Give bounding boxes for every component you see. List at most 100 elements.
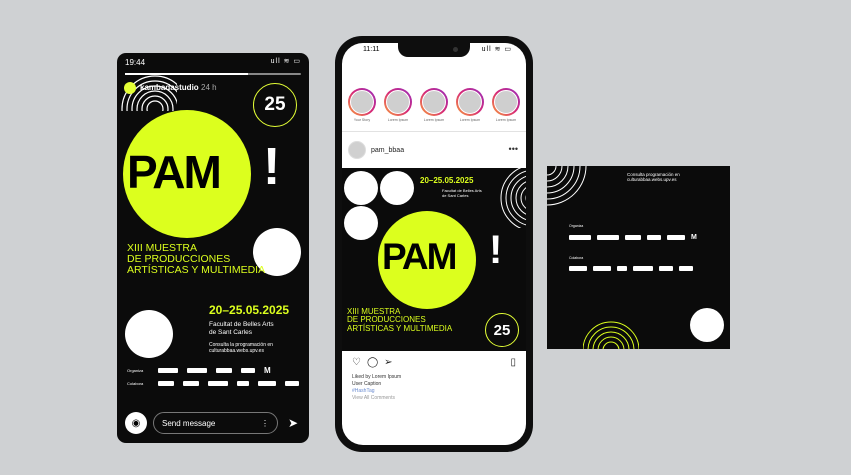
faculty-line-1: Facultat de Belles Arts: [209, 321, 274, 328]
comment-icon[interactable]: ◯: [367, 357, 378, 368]
post-avatar[interactable]: [348, 141, 366, 159]
white-circle: [344, 206, 378, 240]
faculty-text: Facultat de Belles Arts de Sant Carles: [209, 321, 274, 337]
white-circle: [344, 171, 378, 205]
post-username[interactable]: pam_bbaa: [371, 147, 404, 154]
account-name[interactable]: kambadastudio: [140, 83, 199, 92]
logo-5: [158, 381, 174, 386]
status-icons: ull ≋ ▭: [481, 46, 512, 53]
logo-11: [679, 266, 693, 271]
event-dates: 20–25.05.2025: [209, 303, 290, 317]
send-message-placeholder: Send message: [162, 418, 216, 428]
white-circle-left: [125, 310, 173, 358]
consult-text: Consulta la programación en culturabbaa.…: [209, 342, 273, 354]
heart-icon[interactable]: ♡: [352, 357, 361, 368]
logo-5: [667, 235, 685, 240]
logo-1: [158, 368, 178, 373]
story-age: 24 h: [201, 83, 217, 92]
send-message-input[interactable]: Send message ⋮: [153, 412, 278, 434]
view-comments-link[interactable]: View All Comments: [352, 395, 395, 401]
badge-25: 25: [253, 83, 297, 127]
m-logo-icon: M: [691, 234, 697, 241]
logo-8: [617, 266, 627, 271]
logo-4: [241, 368, 255, 373]
story-name: Lorem Ipsum: [423, 118, 445, 122]
more-options-icon[interactable]: •••: [509, 144, 518, 154]
story-item[interactable]: Lorem Ipsum: [492, 88, 520, 122]
logo-9: [633, 266, 653, 271]
organiza-label: Organiza: [569, 224, 584, 228]
pam-title: PAM: [127, 146, 222, 198]
more-vertical-icon[interactable]: ⋮: [261, 419, 269, 428]
post-pam-title: PAM: [382, 236, 457, 277]
caption-text: User Caption: [352, 381, 382, 387]
logo-2: [597, 235, 619, 240]
logo-1: [569, 235, 591, 240]
organiza-logos: Organiza M: [127, 366, 271, 375]
consult-text: Consulta programación en culturabbaa.web…: [627, 172, 680, 182]
status-icons: ull ≋ ▭: [270, 58, 301, 65]
colabora-label: Colabora: [127, 381, 144, 386]
story-name: Lorem Ipsum: [459, 118, 481, 122]
muestra-text: XIII MUESTRA DE PRODUCCIONES ARTÍSTICAS …: [127, 242, 266, 277]
logo-2: [187, 368, 207, 373]
m-logo-icon: M: [264, 366, 271, 375]
stories-row: Your Story Lorem Ipsum Lorem Ipsum Lorem…: [348, 88, 520, 122]
logo-7: [208, 381, 228, 386]
logo-10: [285, 381, 299, 386]
concentric-arcs-graphic: [500, 168, 526, 228]
colabora-logos: Colabora: [127, 381, 299, 386]
logo-4: [647, 235, 661, 240]
bookmark-icon[interactable]: ▯: [510, 357, 516, 368]
logo-8: [237, 381, 249, 386]
likes-text[interactable]: Liked by Lorem Ipsum: [352, 374, 401, 380]
white-circle: [690, 308, 724, 342]
post-pam-exclamation: !: [489, 228, 503, 272]
logo-6: [183, 381, 199, 386]
logo-7: [593, 266, 611, 271]
muestra-line-3: ARTÍSTICAS Y MULTIMEDIA: [127, 264, 266, 277]
phone-notch: [398, 43, 470, 57]
send-icon[interactable]: ➤: [288, 416, 298, 430]
account-avatar[interactable]: [124, 82, 136, 94]
post-actions: ♡ ◯ ➢: [352, 357, 393, 368]
story-input-row: ◉ Send message ⋮ ➤: [125, 411, 301, 435]
logo-6: [569, 266, 587, 271]
share-icon[interactable]: ➢: [384, 357, 392, 368]
post-image[interactable]: 20–25.05.2025 Facultat de Belles Arts de…: [342, 168, 526, 351]
logo-9: [258, 381, 276, 386]
colabora-label: Colabora: [569, 256, 584, 260]
lime-concentric-arcs-graphic: [583, 321, 639, 349]
concentric-arcs-graphic: [547, 166, 587, 206]
logo-10: [659, 266, 673, 271]
status-time: 11:11: [363, 46, 380, 53]
post-muestra-text: XIII MUESTRA DE PRODUCCIONES ARTÍSTICAS …: [347, 307, 453, 333]
story-item[interactable]: Your Story: [348, 88, 376, 122]
story-item[interactable]: Lorem Ipsum: [456, 88, 484, 122]
consult-line-2: culturabbaa.webs.upv.es: [209, 348, 264, 354]
post-dates: 20–25.05.2025: [420, 176, 474, 185]
feed-phone: 11:11 ull ≋ ▭ Your Story Lorem Ipsum Lor…: [335, 36, 533, 452]
logo-3: [625, 235, 641, 240]
logo-3: [216, 368, 232, 373]
story-item[interactable]: Lorem Ipsum: [420, 88, 448, 122]
post-header: pam_bbaa: [348, 141, 404, 159]
hashtag-link[interactable]: #HashTag: [352, 388, 375, 394]
feed-screen: 11:11 ull ≋ ▭ Your Story Lorem Ipsum Lor…: [342, 43, 526, 445]
camera-icon[interactable]: ◉: [125, 412, 147, 434]
square-post: Consulta programación en culturabbaa.web…: [547, 166, 730, 349]
status-time: 19:44: [125, 58, 146, 67]
story-name: Lorem Ipsum: [495, 118, 517, 122]
organiza-label: Organiza: [127, 368, 144, 373]
story-phone: 19:44 ull ≋ ▭ kambadastudio 24 h 25 PAM …: [117, 53, 309, 443]
square-colabora: Colabora: [569, 256, 719, 271]
divider: [342, 131, 526, 132]
square-organiza: Organiza M: [569, 224, 719, 241]
story-item[interactable]: Lorem Ipsum: [384, 88, 412, 122]
post-badge-25: 25: [485, 313, 519, 347]
white-circle: [380, 171, 414, 205]
pam-exclamation: !: [263, 138, 281, 196]
story-name: Your Story: [353, 118, 371, 122]
story-name: Lorem Ipsum: [387, 118, 409, 122]
post-muestra-line-3: ARTÍSTICAS Y MULTIMEDIA: [347, 323, 453, 333]
